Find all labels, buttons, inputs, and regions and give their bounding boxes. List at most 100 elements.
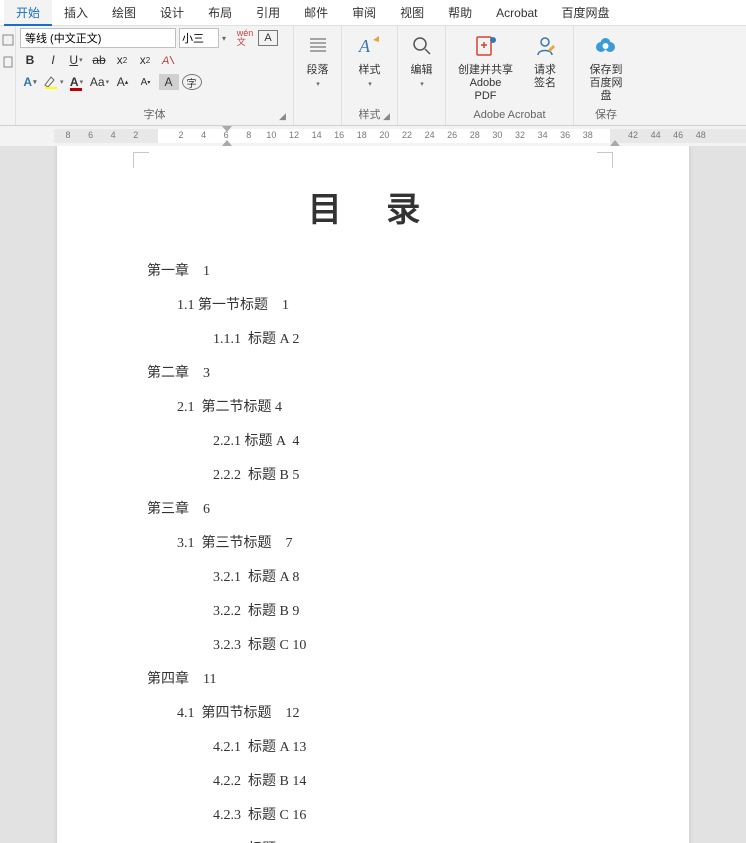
group-editing: 编辑▾ xyxy=(398,26,446,125)
toc-entry[interactable]: 3.2.1 标题 A 8 xyxy=(147,561,599,595)
paragraph-label: 段落 xyxy=(307,64,329,76)
ruler-tick: 44 xyxy=(651,130,661,140)
table-of-contents: 第一章 11.1 第一节标题 11.1.1 标题 A 2第二章 32.1 第二节… xyxy=(147,255,599,843)
group-label-acrobat: Adobe Acrobat xyxy=(450,107,569,125)
highlight-button[interactable]: ▾ xyxy=(43,72,64,92)
svg-text:A: A xyxy=(358,36,371,56)
toc-entry[interactable]: 4.2.3 标题 C 16 xyxy=(147,799,599,833)
enclose-char-button[interactable]: 字 xyxy=(182,74,202,90)
ruler-tick: 12 xyxy=(289,130,299,140)
ribbon-tabs: 开始插入绘图设计布局引用邮件审阅视图帮助Acrobat百度网盘 xyxy=(0,0,746,26)
text-effects-button[interactable]: A▾ xyxy=(20,72,40,92)
character-border-icon[interactable]: A xyxy=(258,30,278,46)
tab-10[interactable]: Acrobat xyxy=(484,0,549,26)
italic-button[interactable]: I xyxy=(43,50,63,70)
request-sign-l1: 请求 xyxy=(534,64,556,76)
ruler-tick: 34 xyxy=(538,130,548,140)
change-case-button[interactable]: Aa▾ xyxy=(90,72,110,92)
toc-entry[interactable]: 4.2.4 标题 D 17 xyxy=(147,833,599,843)
toc-entry[interactable]: 第一章 1 xyxy=(147,255,599,289)
group-font: ▾ wén文 A B I U▾ ab x2 x2 A A▾ ▾ A▾ Aa▾ A… xyxy=(16,26,294,125)
save-baidu-button[interactable]: 保存到百度网盘 xyxy=(578,28,634,103)
toc-entry[interactable]: 3.2.2 标题 B 9 xyxy=(147,595,599,629)
group-paragraph: 段落▾ xyxy=(294,26,342,125)
paste-icon[interactable] xyxy=(0,30,18,50)
toc-entry[interactable]: 2.1 第二节标题 4 xyxy=(147,391,599,425)
group-label-baidu: 保存 xyxy=(578,107,634,125)
tab-1[interactable]: 插入 xyxy=(52,0,100,26)
sign-icon xyxy=(529,32,561,60)
tab-2[interactable]: 绘图 xyxy=(100,0,148,26)
toc-entry[interactable]: 2.2.1 标题 A 4 xyxy=(147,425,599,459)
styles-button[interactable]: A 样式▾ xyxy=(346,28,393,91)
request-sign-button[interactable]: 请求签名 xyxy=(521,28,569,107)
toc-entry[interactable]: 第二章 3 xyxy=(147,357,599,391)
superscript-button[interactable]: x2 xyxy=(135,50,155,70)
styles-label: 样式 xyxy=(359,64,381,76)
editing-button[interactable]: 编辑▾ xyxy=(402,28,441,91)
toc-entry[interactable]: 3.1 第三节标题 7 xyxy=(147,527,599,561)
toc-entry[interactable]: 4.1 第四节标题 12 xyxy=(147,697,599,731)
group-label-font: 字体 xyxy=(20,107,289,125)
tab-0[interactable]: 开始 xyxy=(4,0,52,26)
ruler-tick: 16 xyxy=(334,130,344,140)
character-shading-button[interactable]: A xyxy=(159,74,179,90)
ruler-tick: 4 xyxy=(201,130,206,140)
styles-icon: A xyxy=(354,32,386,60)
document-page[interactable]: 目 录 第一章 11.1 第一节标题 11.1.1 标题 A 2第二章 32.1… xyxy=(57,146,689,843)
paragraph-button[interactable]: 段落▾ xyxy=(298,28,337,91)
tab-7[interactable]: 审阅 xyxy=(340,0,388,26)
underline-button[interactable]: U▾ xyxy=(66,50,86,70)
ruler-tick: 6 xyxy=(88,130,93,140)
ruler-tick: 14 xyxy=(312,130,322,140)
tab-9[interactable]: 帮助 xyxy=(436,0,484,26)
toc-entry[interactable]: 1.1.1 标题 A 2 xyxy=(147,323,599,357)
ruler-tick: 2 xyxy=(178,130,183,140)
ruler-tick: 4 xyxy=(111,130,116,140)
ribbon-left-edge xyxy=(0,26,16,125)
clipboard-icon[interactable] xyxy=(0,52,18,72)
toc-entry[interactable]: 第四章 11 xyxy=(147,663,599,697)
styles-dialog-launcher-icon[interactable]: ◢ xyxy=(383,111,395,123)
grow-font-button[interactable]: A▴ xyxy=(113,72,133,92)
ruler-tick: 28 xyxy=(470,130,480,140)
tab-5[interactable]: 引用 xyxy=(244,0,292,26)
toc-entry[interactable]: 第三章 6 xyxy=(147,493,599,527)
toc-entry[interactable]: 3.2.3 标题 C 10 xyxy=(147,629,599,663)
ruler-tick: 18 xyxy=(357,130,367,140)
font-size-input[interactable] xyxy=(179,28,219,48)
bold-button[interactable]: B xyxy=(20,50,40,70)
tab-3[interactable]: 设计 xyxy=(148,0,196,26)
save-baidu-l2: 百度网盘 xyxy=(590,77,623,102)
toc-entry[interactable]: 4.2.1 标题 A 13 xyxy=(147,731,599,765)
ruler-tick: 48 xyxy=(696,130,706,140)
toc-entry[interactable]: 4.2.2 标题 B 14 xyxy=(147,765,599,799)
subscript-button[interactable]: x2 xyxy=(112,50,132,70)
toc-entry[interactable]: 1.1 第一节标题 1 xyxy=(147,289,599,323)
horizontal-ruler[interactable]: 8642246810121416182022242628303234363842… xyxy=(0,126,746,146)
find-icon xyxy=(406,32,438,60)
ruler-tick: 8 xyxy=(246,130,251,140)
ruler-tick: 38 xyxy=(583,130,593,140)
toc-entry[interactable]: 2.2.2 标题 B 5 xyxy=(147,459,599,493)
font-size-dropdown-icon[interactable]: ▾ xyxy=(222,34,232,43)
group-styles: A 样式▾ 样式 ◢ xyxy=(342,26,398,125)
margin-corner-tr xyxy=(597,152,613,168)
shrink-font-button[interactable]: A▾ xyxy=(136,72,156,92)
tab-4[interactable]: 布局 xyxy=(196,0,244,26)
strikethrough-button[interactable]: ab xyxy=(89,50,109,70)
tab-11[interactable]: 百度网盘 xyxy=(550,0,622,26)
svg-text:A: A xyxy=(161,55,169,67)
phonetic-guide-icon[interactable]: wén文 xyxy=(235,28,255,48)
request-sign-l2: 签名 xyxy=(534,77,556,89)
first-line-indent-marker[interactable] xyxy=(222,126,232,132)
tab-8[interactable]: 视图 xyxy=(388,0,436,26)
baidu-cloud-icon xyxy=(590,32,622,60)
clear-format-icon[interactable]: A xyxy=(158,50,178,70)
font-dialog-launcher-icon[interactable]: ◢ xyxy=(279,111,291,123)
create-share-pdf-button[interactable]: 创建并共享Adobe PDF xyxy=(450,28,521,107)
tab-6[interactable]: 邮件 xyxy=(292,0,340,26)
ruler-tick: 10 xyxy=(266,130,276,140)
font-color-button[interactable]: A▾ xyxy=(67,72,87,92)
font-name-input[interactable] xyxy=(20,28,176,48)
